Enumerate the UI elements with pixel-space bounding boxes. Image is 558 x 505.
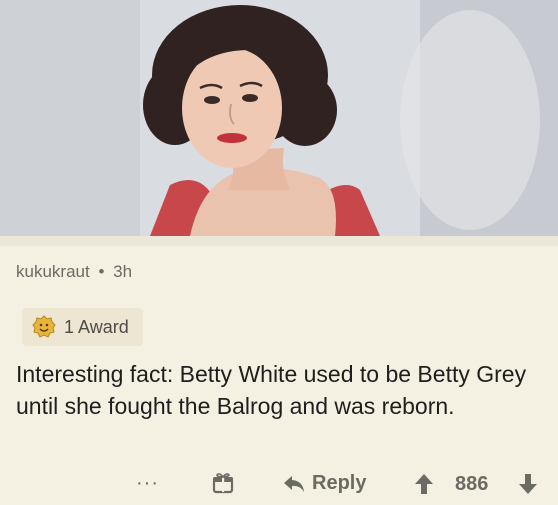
award-label: 1 Award xyxy=(64,316,129,337)
comment-meta: kukukraut • 3h xyxy=(16,262,132,282)
upvote-button[interactable] xyxy=(414,473,434,495)
more-options-label: ··· xyxy=(136,472,159,494)
comment-body: Interesting fact: Betty White used to be… xyxy=(16,361,527,419)
portrait-image xyxy=(0,0,558,236)
meta-separator: • xyxy=(98,262,105,281)
post-photo[interactable] xyxy=(0,0,558,236)
username-link[interactable]: kukukraut xyxy=(16,262,90,281)
more-options-button[interactable]: ··· xyxy=(136,472,159,495)
downvote-arrow-icon xyxy=(519,474,537,494)
comment-age: 3h xyxy=(113,262,133,281)
gift-icon xyxy=(212,473,234,494)
award-badge[interactable]: 1 Award xyxy=(22,308,143,346)
upvote-arrow-icon xyxy=(415,474,433,494)
downvote-button[interactable] xyxy=(518,473,538,495)
reply-arrow-icon xyxy=(284,475,304,492)
photo-divider xyxy=(0,236,558,246)
give-award-button[interactable] xyxy=(212,472,234,494)
reply-button[interactable]: Reply xyxy=(282,472,366,495)
comment-actions: ··· Reply 886 xyxy=(0,468,558,504)
award-badge-icon xyxy=(32,315,56,338)
reply-label: Reply xyxy=(312,472,367,494)
vote-score: 886 xyxy=(455,473,488,496)
score-value: 886 xyxy=(455,473,489,495)
